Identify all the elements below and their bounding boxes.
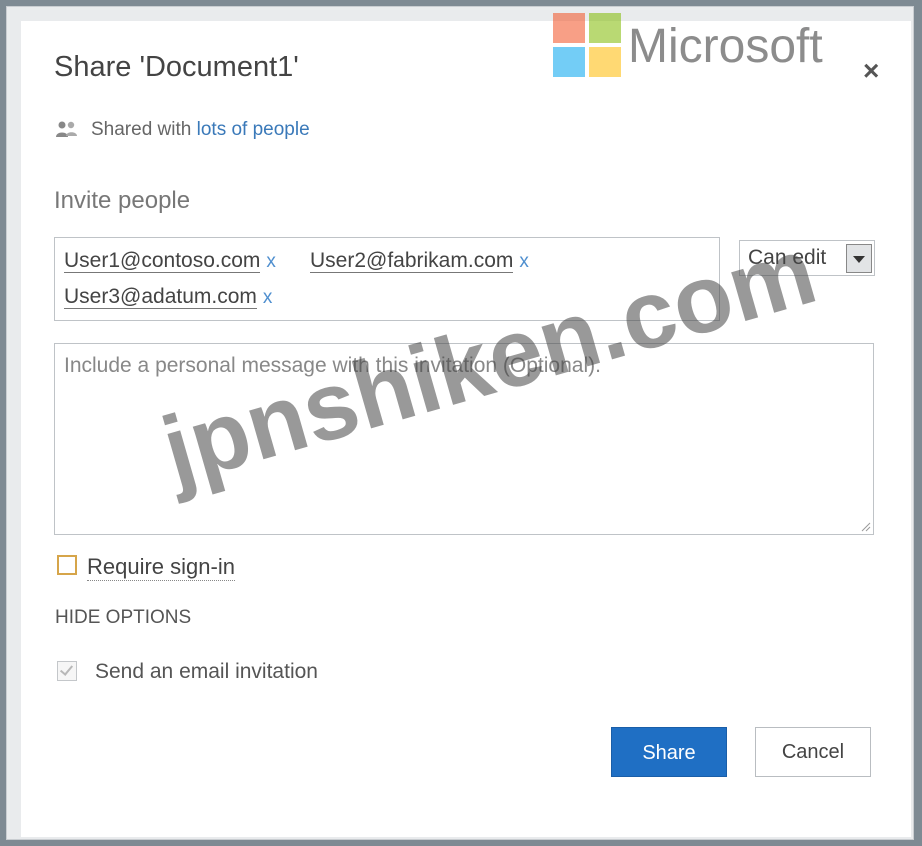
microsoft-wordmark: Microsoft — [628, 20, 823, 73]
send-email-checkbox[interactable] — [57, 661, 77, 681]
invite-people-label: Invite people — [54, 187, 191, 214]
message-placeholder: Include a personal message with this inv… — [64, 354, 601, 377]
recipient-email: User3@adatum.com — [64, 285, 257, 309]
permission-value: Can edit — [748, 246, 827, 269]
hide-options-link[interactable]: HIDE OPTIONS — [55, 607, 191, 629]
remove-recipient-icon[interactable]: x — [266, 251, 276, 272]
remove-recipient-icon[interactable]: x — [519, 251, 529, 272]
recipient-token: User2@fabrikam.com x — [310, 249, 529, 273]
close-icon[interactable]: × — [863, 55, 879, 87]
personal-message-textarea[interactable]: Include a personal message with this inv… — [54, 343, 874, 535]
shared-with-row: Shared with lots of people — [55, 119, 310, 141]
cancel-button[interactable]: Cancel — [755, 727, 871, 777]
share-dialog: Share 'Document1' Microsoft × Shared wit… — [21, 13, 911, 837]
shared-with-text: Shared with — [91, 119, 192, 140]
require-signin-label[interactable]: Require sign-in — [87, 554, 235, 581]
remove-recipient-icon[interactable]: x — [263, 287, 273, 308]
recipient-email: User1@contoso.com — [64, 249, 261, 273]
people-icon — [56, 121, 77, 137]
dialog-title: Share 'Document1' — [54, 51, 299, 83]
recipient-email: User2@fabrikam.com — [310, 249, 514, 273]
send-email-label[interactable]: Send an email invitation — [95, 660, 318, 684]
permission-select[interactable]: Can edit — [739, 240, 875, 276]
recipient-token: User3@adatum.com x — [64, 285, 272, 309]
invite-people-input[interactable]: User1@contoso.com x User2@fabrikam.com x U… — [54, 237, 720, 321]
microsoft-logo — [553, 13, 623, 79]
resize-grip-icon[interactable] — [859, 520, 871, 532]
recipient-token: User1@contoso.com x — [64, 249, 276, 273]
require-signin-checkbox[interactable] — [57, 555, 77, 575]
share-button[interactable]: Share — [611, 727, 727, 777]
lots-of-people-link[interactable]: lots of people — [197, 119, 310, 140]
dropdown-arrow-icon[interactable] — [846, 244, 872, 273]
screenshot-frame: Share 'Document1' Microsoft × Shared wit… — [6, 6, 914, 840]
